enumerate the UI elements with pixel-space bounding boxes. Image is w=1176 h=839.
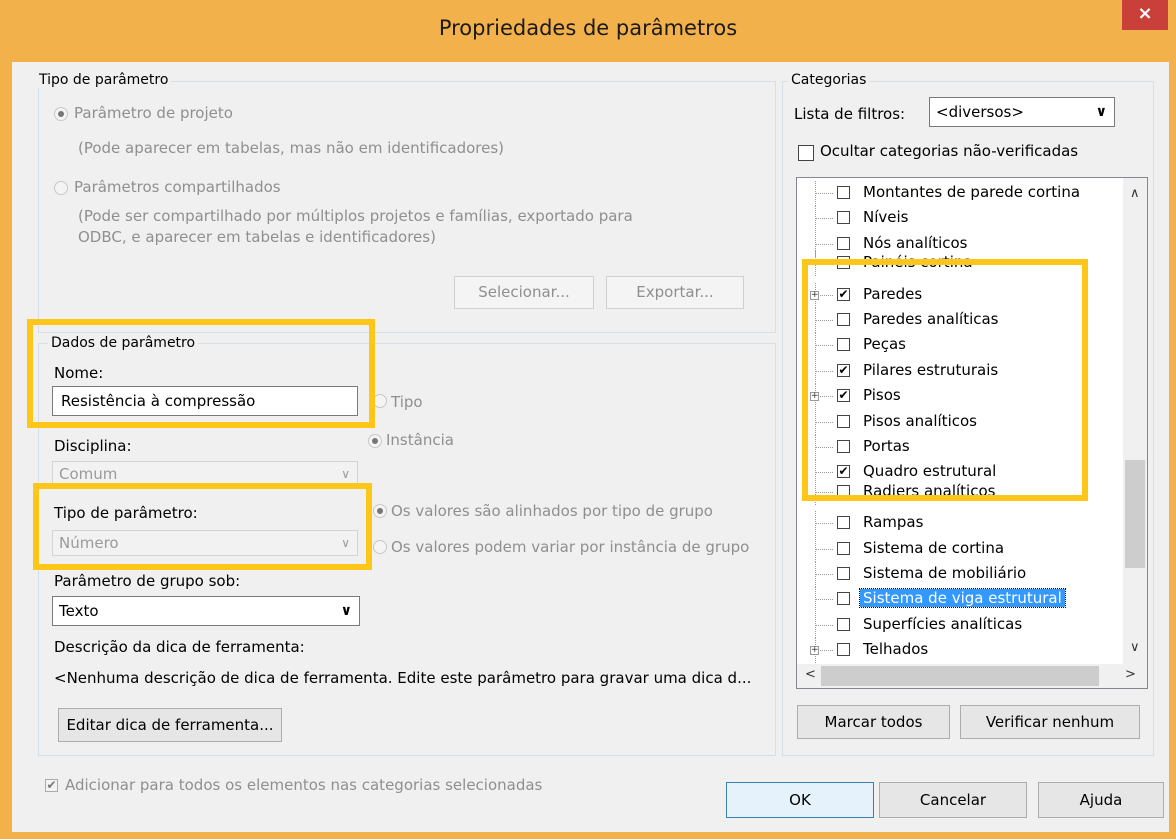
- edit-tooltip-button[interactable]: Editar dica de ferramenta...: [58, 708, 282, 742]
- tree-connector: [815, 624, 833, 626]
- categories-highlight-box: [802, 259, 1088, 501]
- category-item[interactable]: Níveis: [797, 206, 1117, 232]
- type-radio[interactable]: [373, 394, 387, 408]
- tooltip-description-text: <Nenhuma descrição de dica de ferramenta…: [54, 669, 752, 687]
- close-button[interactable]: ×: [1122, 0, 1168, 30]
- instance-radio[interactable]: [368, 434, 382, 448]
- group-under-label: Parâmetro de grupo sob:: [54, 572, 241, 590]
- category-label: Superfícies analíticas: [863, 614, 1023, 633]
- category-label: Sistema de viga estrutural: [859, 588, 1066, 609]
- parameter-properties-dialog: Propriedades de parâmetros × Tipo de par…: [0, 0, 1176, 839]
- ok-button[interactable]: OK: [726, 782, 874, 818]
- horizontal-scrollbar[interactable]: < >: [797, 664, 1147, 688]
- project-parameter-label: Parâmetro de projeto: [74, 104, 233, 122]
- category-label: Sistema de cortina: [863, 538, 1005, 557]
- category-label: Rampas: [863, 513, 924, 532]
- category-item[interactable]: Montantes de parede cortina: [797, 181, 1117, 206]
- select-button[interactable]: Selecionar...: [454, 276, 594, 309]
- filter-list-value: <diversos>: [936, 103, 1024, 121]
- chevron-down-icon: ∨: [340, 603, 352, 619]
- vary-by-instance-radio[interactable]: [373, 540, 387, 554]
- tree-connector: [815, 599, 833, 601]
- tree-connector: [815, 193, 833, 194]
- vary-by-instance-label: Os valores podem variar por instância de…: [391, 538, 750, 556]
- filter-list-select[interactable]: <diversos> ∨: [929, 97, 1115, 127]
- tree-connector: [815, 523, 833, 525]
- category-label: Telhados: [863, 640, 929, 659]
- scroll-left-icon[interactable]: <: [805, 667, 816, 682]
- tree-connector: [815, 243, 833, 245]
- category-item[interactable]: Sistema de viga estrutural: [797, 587, 1117, 613]
- horizontal-scroll-thumb[interactable]: [821, 666, 1099, 686]
- aligned-by-type-label: Os valores são alinhados por tipo de gru…: [391, 502, 713, 520]
- scroll-down-icon[interactable]: ∨: [1130, 640, 1140, 655]
- category-checkbox[interactable]: [837, 516, 850, 530]
- tooltip-description-label: Descrição da dica de ferramenta:: [54, 638, 305, 656]
- category-checkbox[interactable]: [837, 643, 850, 657]
- add-to-all-checkbox[interactable]: ✔: [45, 779, 58, 792]
- shared-parameter-radio[interactable]: [54, 181, 68, 195]
- check-all-button[interactable]: Marcar todos: [797, 705, 950, 739]
- shared-parameter-note-2: ODBC, e aparecer em tabelas e identifica…: [78, 228, 436, 246]
- category-label: Níveis: [863, 208, 909, 227]
- shared-parameter-label: Parâmetros compartilhados: [74, 178, 281, 196]
- expand-icon[interactable]: +: [810, 646, 819, 656]
- category-checkbox[interactable]: [837, 567, 850, 580]
- group-under-select[interactable]: Texto ∨: [52, 596, 360, 626]
- vertical-scroll-thumb[interactable]: [1125, 460, 1145, 568]
- type-radio-label: Tipo: [391, 393, 423, 411]
- category-checkbox[interactable]: [837, 236, 850, 250]
- help-button[interactable]: Ajuda: [1038, 782, 1164, 818]
- hide-unchecked-label: Ocultar categorias não-verificadas: [820, 142, 1079, 160]
- instance-radio-label: Instância: [386, 431, 454, 449]
- title-bar[interactable]: Propriedades de parâmetros ×: [0, 0, 1176, 62]
- tree-connector: [815, 574, 833, 575]
- scroll-right-icon[interactable]: >: [1125, 667, 1136, 682]
- tree-connector: [815, 548, 833, 550]
- project-parameter-note: (Pode aparecer em tabelas, mas não em id…: [78, 139, 505, 157]
- category-checkbox[interactable]: [837, 186, 850, 199]
- category-label: Nós analíticos: [863, 233, 968, 252]
- chevron-down-icon: ∨: [1095, 104, 1107, 120]
- category-item[interactable]: Sistema de cortina: [797, 536, 1117, 562]
- category-item[interactable]: Sistema de mobiliário: [797, 562, 1117, 587]
- category-label: Montantes de parede cortina: [863, 183, 1081, 201]
- category-item[interactable]: + Telhados: [797, 638, 1117, 664]
- category-label: Sistema de mobiliário: [863, 564, 1027, 582]
- category-item[interactable]: Superfícies analíticas: [797, 612, 1117, 638]
- cancel-button[interactable]: Cancelar: [879, 782, 1027, 818]
- discipline-label: Disciplina:: [54, 437, 132, 455]
- category-checkbox[interactable]: [837, 541, 850, 555]
- parameter-type-group-title: Tipo de parâmetro: [36, 72, 172, 88]
- group-under-value: Texto: [59, 602, 99, 620]
- aligned-by-type-radio[interactable]: [373, 504, 387, 518]
- hide-unchecked-checkbox[interactable]: [798, 145, 814, 161]
- shared-parameter-note-1: (Pode ser compartilhado por múltiplos pr…: [78, 207, 633, 225]
- project-parameter-radio[interactable]: [54, 107, 68, 121]
- add-to-all-label: Adicionar para todos os elementos nas ca…: [65, 776, 543, 794]
- category-checkbox[interactable]: [837, 617, 850, 631]
- name-highlight-box: [27, 319, 375, 428]
- category-item[interactable]: Rampas: [797, 511, 1117, 537]
- check-none-button[interactable]: Verificar nenhum: [960, 705, 1140, 739]
- vertical-scrollbar[interactable]: ∧ ∨: [1123, 178, 1147, 664]
- filter-list-label: Lista de filtros:: [794, 105, 906, 123]
- categories-group-title: Categorias: [788, 72, 870, 88]
- discipline-value: Comum: [59, 465, 118, 483]
- export-button[interactable]: Exportar...: [606, 276, 744, 309]
- tree-connector: [815, 218, 833, 220]
- parameter-type-highlight-box: [33, 483, 372, 570]
- dialog-title: Propriedades de parâmetros: [438, 16, 738, 40]
- scroll-up-icon[interactable]: ∧: [1130, 186, 1140, 201]
- category-checkbox[interactable]: [837, 592, 850, 606]
- category-checkbox[interactable]: [837, 211, 850, 225]
